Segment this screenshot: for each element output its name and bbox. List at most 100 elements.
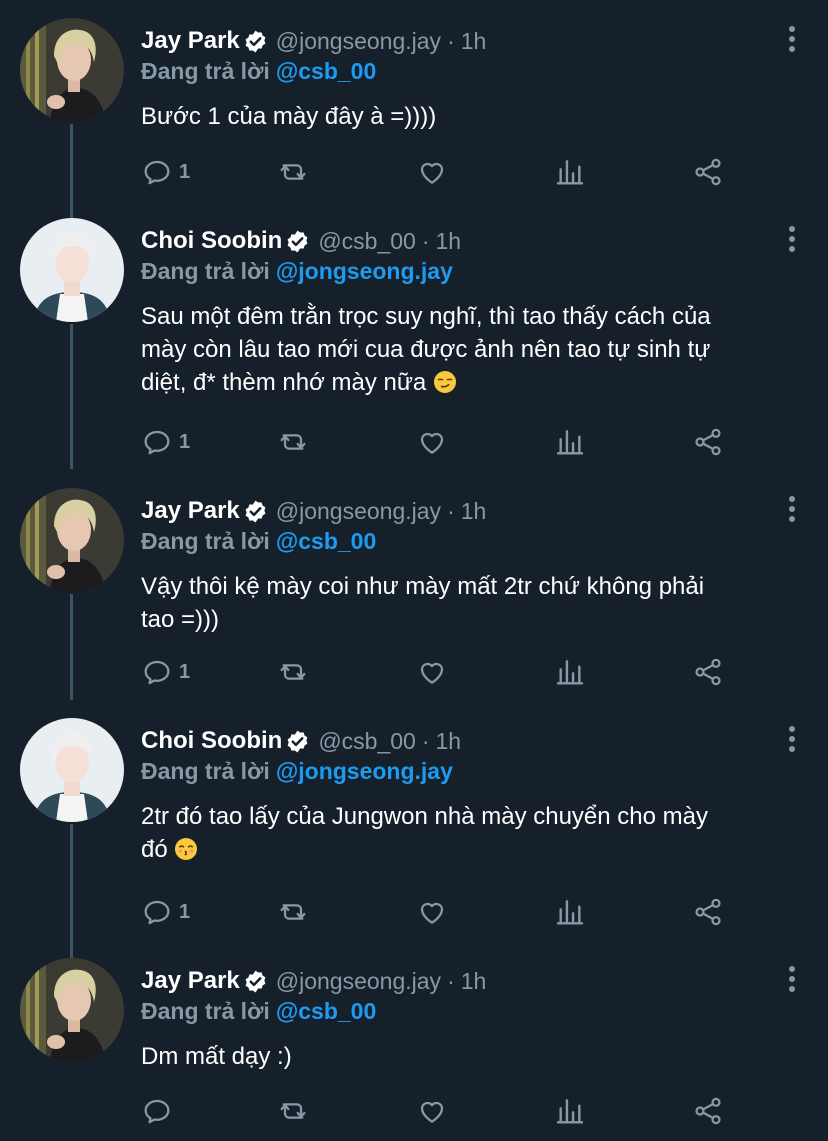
replying-to: Đang trả lời @csb_00 (141, 998, 376, 1025)
reply-button[interactable]: 1 (141, 652, 190, 692)
share-icon (695, 158, 721, 186)
reply-button[interactable]: 1 (141, 892, 190, 932)
reply-button[interactable]: 1 (141, 152, 190, 192)
share-button[interactable] (692, 422, 724, 462)
retweet-button[interactable] (277, 1091, 309, 1131)
tweet-text: 2tr đó tao lấy của Jungwon nhà mày chuyể… (141, 800, 801, 866)
tweet-header: Jay Park @jongseong.jay · 1h (141, 24, 486, 58)
share-button[interactable] (692, 152, 724, 192)
avatar[interactable] (20, 718, 124, 822)
like-button[interactable] (416, 892, 448, 932)
tweet-text-line: Bước 1 của mày đây à =)))) (141, 103, 437, 130)
author-handle[interactable]: @csb_00 (318, 728, 416, 755)
author-name[interactable]: Choi Soobin (141, 227, 282, 255)
retweet-button[interactable] (277, 152, 309, 192)
tweet-text-line: Vậy thôi kệ mày coi như mày mất 2tr chứ … (141, 573, 705, 600)
tweet-actions (141, 1091, 741, 1131)
tweet-header: Jay Park @jongseong.jay · 1h (141, 494, 486, 528)
avatar[interactable] (20, 18, 124, 122)
tweet-text: Vậy thôi kệ mày coi như mày mất 2tr chứ … (141, 570, 801, 636)
retweet-button[interactable] (277, 892, 309, 932)
replying-to-handle-link[interactable]: @csb_00 (276, 998, 376, 1024)
share-button[interactable] (692, 892, 724, 932)
separator-dot: · (447, 967, 455, 994)
share-button[interactable] (692, 652, 724, 692)
tweet-actions: 1 (141, 422, 741, 462)
tweet-header: Choi Soobin @csb_00 · 1h (141, 724, 461, 758)
more-options-icon[interactable] (784, 224, 800, 254)
replying-to-label: Đang trả lời (141, 58, 270, 84)
author-name[interactable]: Jay Park (141, 27, 240, 55)
more-options-icon[interactable] (784, 494, 800, 524)
replying-to-handle-link[interactable]: @jongseong.jay (276, 758, 453, 784)
tweet[interactable]: Jay Park @jongseong.jay · 1h Đang trả lờ… (0, 940, 828, 1141)
retweet-button[interactable] (277, 652, 309, 692)
share-icon (695, 428, 721, 456)
tweet[interactable]: Choi Soobin @csb_00 · 1h Đang trả lời @jo… (0, 200, 828, 469)
analytics-button[interactable] (554, 892, 586, 932)
soobin-avatar-image (20, 718, 124, 822)
tweet-timestamp[interactable]: 1h (436, 228, 462, 255)
author-handle[interactable]: @jongseong.jay (276, 968, 441, 995)
author-name[interactable]: Jay Park (141, 967, 240, 995)
reply-button[interactable]: 1 (141, 422, 190, 462)
tweet[interactable]: Choi Soobin @csb_00 · 1h Đang trả lời @jo… (0, 700, 828, 960)
replying-to-handle-link[interactable]: @jongseong.jay (276, 258, 453, 284)
reply-count: 1 (179, 900, 191, 923)
retweet-button[interactable] (277, 422, 309, 462)
tweet-text-line: đó (141, 836, 168, 863)
like-button[interactable] (416, 1091, 448, 1131)
replying-to: Đang trả lời @csb_00 (141, 528, 376, 555)
analytics-icon (556, 900, 584, 925)
analytics-button[interactable] (554, 152, 586, 192)
more-options-icon[interactable] (784, 964, 800, 994)
author-name[interactable]: Choi Soobin (141, 727, 282, 755)
avatar[interactable] (20, 488, 124, 592)
smirking-face-emoji-icon (433, 371, 456, 393)
separator-dot: · (447, 27, 455, 54)
author-handle[interactable]: @jongseong.jay (276, 28, 441, 55)
replying-to-label: Đang trả lời (141, 998, 270, 1024)
separator-dot: · (421, 727, 430, 754)
avatar[interactable] (20, 218, 124, 322)
tweet-text-line: tao =))) (141, 606, 220, 633)
like-button[interactable] (416, 422, 448, 462)
thread-connector-line (70, 594, 73, 700)
tweet-header: Choi Soobin @csb_00 · 1h (141, 224, 461, 258)
analytics-icon (556, 430, 584, 455)
replying-to: Đang trả lời @csb_00 (141, 58, 376, 85)
heart-icon (420, 662, 444, 684)
retweet-icon (280, 904, 306, 920)
tweet[interactable]: Jay Park @jongseong.jay · 1h Đang trả lờ… (0, 470, 828, 705)
share-icon (695, 1097, 721, 1125)
tweet-timestamp[interactable]: 1h (436, 728, 462, 755)
avatar[interactable] (20, 958, 124, 1062)
replying-to-handle-link[interactable]: @csb_00 (276, 528, 376, 554)
author-handle[interactable]: @csb_00 (318, 228, 416, 255)
tweet-timestamp[interactable]: 1h (461, 498, 487, 525)
tweet-timestamp[interactable]: 1h (461, 968, 487, 995)
replying-to-handle-link[interactable]: @csb_00 (276, 58, 376, 84)
reply-icon (144, 160, 170, 185)
tweet-timestamp[interactable]: 1h (461, 28, 487, 55)
like-button[interactable] (416, 152, 448, 192)
more-options-icon[interactable] (784, 24, 800, 54)
analytics-icon (556, 160, 584, 185)
like-button[interactable] (416, 652, 448, 692)
analytics-button[interactable] (554, 422, 586, 462)
analytics-button[interactable] (554, 652, 586, 692)
tweet-actions: 1 (141, 152, 741, 192)
replying-to: Đang trả lời @jongseong.jay (141, 258, 453, 285)
heart-icon (420, 902, 444, 924)
verified-badge-icon (245, 500, 266, 522)
share-button[interactable] (692, 1091, 724, 1131)
verified-badge-icon (245, 970, 266, 992)
heart-icon (420, 1101, 444, 1123)
reply-button[interactable] (141, 1091, 179, 1131)
author-name[interactable]: Jay Park (141, 497, 240, 525)
tweet-header: Jay Park @jongseong.jay · 1h (141, 964, 486, 998)
more-options-icon[interactable] (784, 724, 800, 754)
author-handle[interactable]: @jongseong.jay (276, 498, 441, 525)
retweet-icon (280, 164, 306, 180)
analytics-button[interactable] (554, 1091, 586, 1131)
